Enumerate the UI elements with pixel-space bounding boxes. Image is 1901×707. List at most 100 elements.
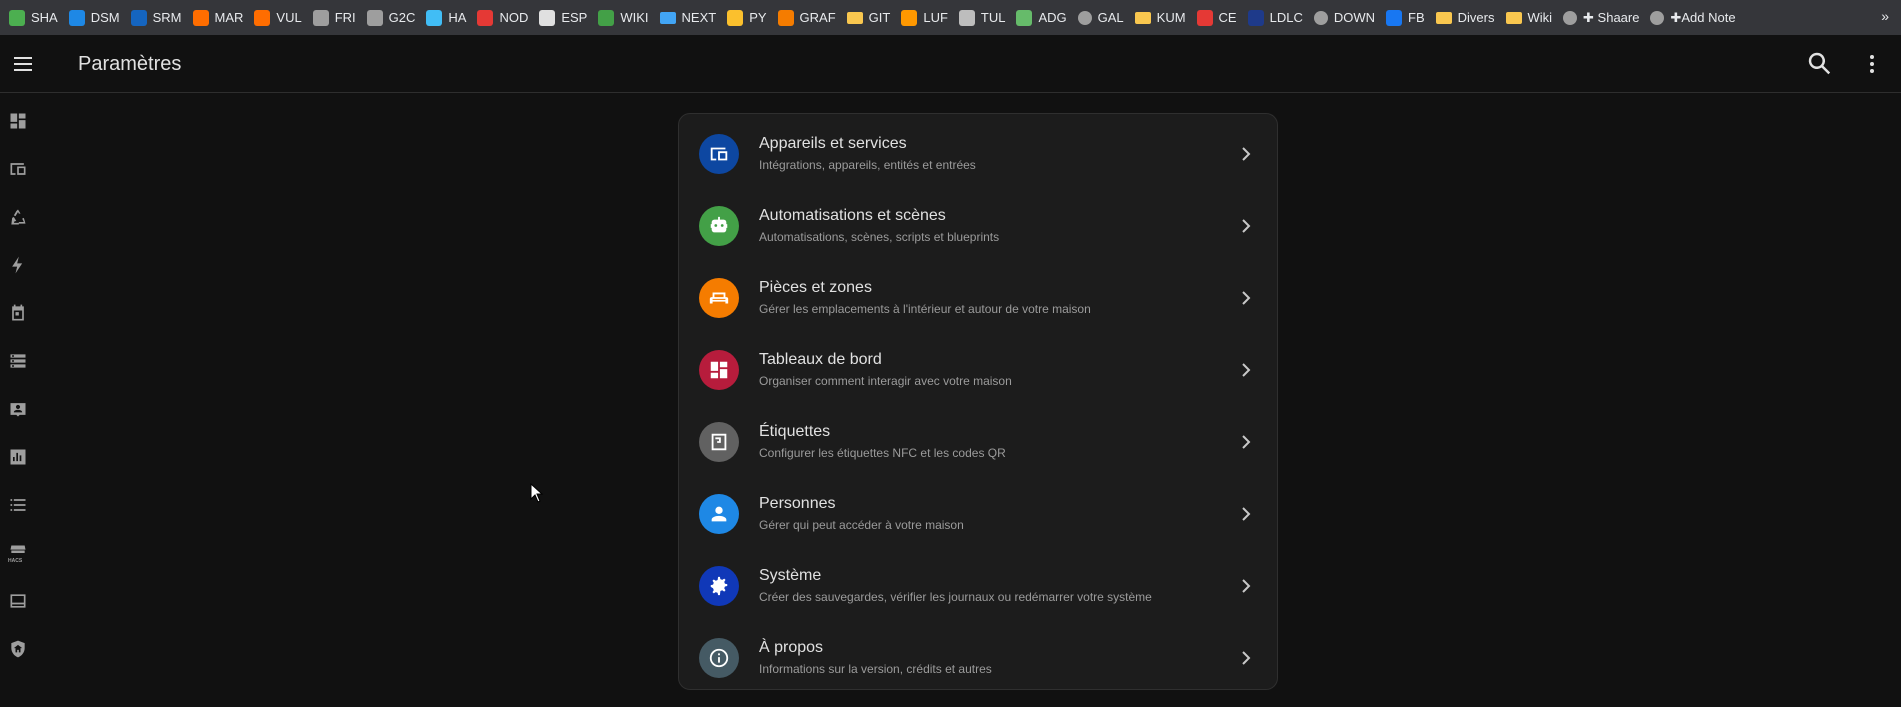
bookmark-adg[interactable]: ADG [1011,5,1072,31]
bookmark-label: SRM [152,10,182,25]
bookmark-add-note[interactable]: ✚Add Note [1645,5,1741,31]
menu-icon[interactable] [6,47,40,81]
more-options-icon[interactable] [1857,49,1887,79]
shield-home-icon [11,640,25,658]
settings-row-cog[interactable]: Système Créer des sauvegardes, vérifier l… [679,550,1277,622]
chevron-right-icon [1242,291,1251,305]
settings-row-text: Tableaux de bord Organiser comment intera… [759,350,1012,390]
ldlc-icon [1247,9,1264,26]
x-orange-icon [192,9,209,26]
settings-row-subtitle: Configurer les étiquettes NFC et les cod… [759,446,1006,460]
bookmark-graf[interactable]: GRAF [773,5,842,31]
bookmark-shaare[interactable]: ✚ Shaare [1558,5,1645,31]
settings-row-title: Système [759,567,822,584]
settings-row-info[interactable]: À propos Informations sur la version, cré… [679,622,1277,694]
grafana-icon [777,9,794,26]
dashboard-icon [699,350,739,390]
bookmark-luf[interactable]: LUF [896,5,954,31]
bookmark-ce[interactable]: CE [1192,5,1243,31]
sidebar-recycle-icon[interactable] [6,205,30,229]
sidebar-dashboard-icon[interactable] [6,109,30,133]
bookmark-next[interactable]: NEXT [655,5,723,31]
bookmark-label: VUL [276,10,302,25]
bookmark-divers[interactable]: Divers [1431,5,1501,31]
page-title: Paramètres [78,53,182,75]
sidebar-energy-icon[interactable] [6,253,30,277]
node-red-icon [477,9,494,26]
bookmark-gal[interactable]: GAL [1073,5,1130,31]
sofa-icon [699,278,739,318]
bookmark-dsm[interactable]: DSM [64,5,126,31]
bookmark-vul[interactable]: VUL [249,5,307,31]
chevron-right-icon [1242,147,1251,161]
sidebar-media-icon[interactable] [6,589,30,613]
nfc-icon [699,422,739,462]
bookmark-kum[interactable]: KUM [1130,5,1192,31]
server-icon [10,354,26,368]
settings-row-subtitle: Créer des sauvegardes, vérifier les jour… [759,590,1152,604]
sidebar-list-icon[interactable] [6,493,30,517]
sidebar-badge-account-icon[interactable] [6,397,30,421]
x-orange-icon [254,9,271,26]
settings-row-sofa[interactable]: Pièces et zones Gérer les emplacements à … [679,262,1277,334]
bookmark-label: DSM [90,10,120,25]
chevron-right-icon [1242,435,1251,449]
settings-row-dashboard[interactable]: Tableaux de bord Organiser comment intera… [679,334,1277,406]
media-icon [10,594,26,608]
sidebar-server-icon[interactable] [6,349,30,373]
settings-row-subtitle: Intégrations, appareils, entités et entr… [759,158,976,172]
settings-row-text: Étiquettes Configurer les étiquettes NFC … [759,422,1006,462]
bookmark-nod[interactable]: NOD [472,5,534,31]
top-app-bar: Paramètres [0,35,1901,93]
sidebar-chart-icon[interactable] [6,445,30,469]
settings-row-subtitle: Gérer qui peut accéder à votre maison [759,518,964,532]
settings-row-devices[interactable]: Appareils et services Intégrations, appar… [679,118,1277,190]
bookmark-label: SHA [31,10,58,25]
settings-row-robot[interactable]: Automatisations et scènes Automatisations… [679,190,1277,262]
bookmark-git[interactable]: GIT [842,5,897,31]
bookmark-fb[interactable]: FB [1381,5,1431,31]
globe-icon [1650,10,1665,25]
bookmark-esp[interactable]: ESP [534,5,593,31]
bookmark-label: NOD [499,10,529,25]
settings-row-title: Pièces et zones [759,279,872,296]
settings-row-text: Personnes Gérer qui peut accéder à votre … [759,494,964,534]
mouse-cursor-icon [530,482,544,503]
bookmark-g2c[interactable]: G2C [362,5,422,31]
settings-row-text: Pièces et zones Gérer les emplacements à … [759,278,1091,318]
settings-row-text: Appareils et services Intégrations, appar… [759,134,976,174]
bookmark-label: GAL [1097,10,1124,25]
bookmark-wiki[interactable]: Wiki [1501,5,1559,31]
bookmark-sha[interactable]: SHA [4,5,64,31]
settings-row-nfc[interactable]: Étiquettes Configurer les étiquettes NFC … [679,406,1277,478]
bookmark-label: GRAF [799,10,836,25]
sidebar-shield-home-icon[interactable] [6,637,30,661]
shield-green-icon [1016,9,1033,26]
bookmark-label: Wiki [1527,10,1553,25]
bookmark-wiki[interactable]: WIKI [593,5,654,31]
globe-icon [1077,10,1092,25]
bookmark-ldlc[interactable]: LDLC [1243,5,1309,31]
dsm-icon [68,9,85,26]
bookmark-tul[interactable]: TUL [954,5,1012,31]
robot-icon [699,206,739,246]
bookmark-mar[interactable]: MAR [188,5,250,31]
badge-account-icon [10,403,26,417]
search-icon[interactable] [1805,49,1835,79]
bookmark-fri[interactable]: FRI [308,5,362,31]
bookmark-down[interactable]: DOWN [1309,5,1381,31]
sidebar-hacs-icon[interactable]: HACS [6,541,30,565]
sidebar-calendar-icon[interactable] [6,301,30,325]
bookmark-label: ✚ Shaare [1583,9,1640,25]
bookmark-py[interactable]: PY [722,5,772,31]
settings-row-subtitle: Gérer les emplacements à l'intérieur et … [759,302,1091,316]
folder-icon [1134,11,1151,24]
settings-row-title: Étiquettes [759,423,831,440]
settings-row-text: À propos Informations sur la version, cré… [759,638,992,678]
bookmark-label: LUF [923,10,948,25]
sidebar-devices-icon[interactable] [6,157,30,181]
bookmarks-overflow-button[interactable]: » [1881,8,1889,24]
bookmark-srm[interactable]: SRM [126,5,188,31]
settings-row-account[interactable]: Personnes Gérer qui peut accéder à votre … [679,478,1277,550]
bookmark-ha[interactable]: HA [421,5,472,31]
